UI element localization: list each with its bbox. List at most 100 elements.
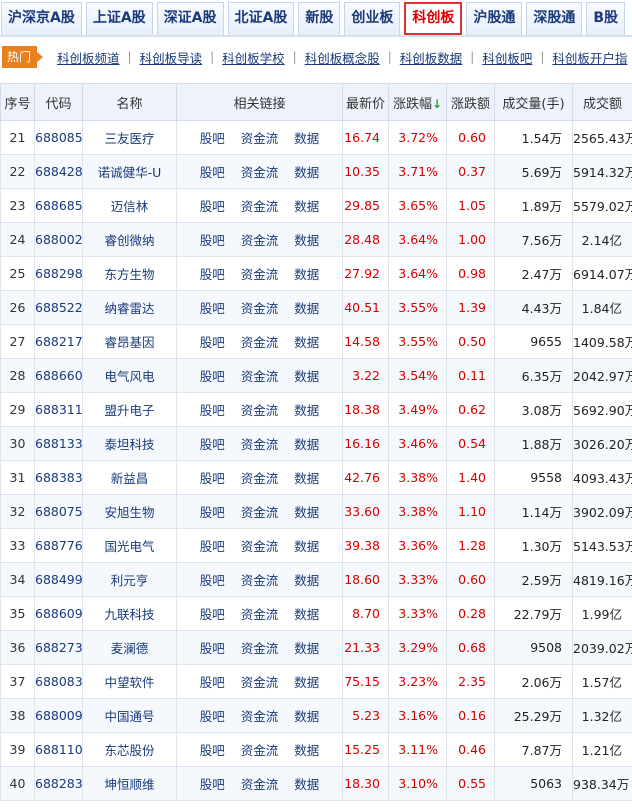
- data-link[interactable]: 数据: [294, 437, 319, 452]
- fund-flow-link[interactable]: 资金流: [241, 607, 279, 622]
- fund-flow-link[interactable]: 资金流: [241, 301, 279, 316]
- data-link[interactable]: 数据: [294, 403, 319, 418]
- header-name[interactable]: 名称: [82, 83, 177, 121]
- fund-flow-link[interactable]: 资金流: [241, 505, 279, 520]
- cell-code[interactable]: 688110: [34, 732, 83, 767]
- cell-code[interactable]: 688009: [34, 698, 83, 733]
- data-link[interactable]: 数据: [294, 335, 319, 350]
- cell-code[interactable]: 688428: [34, 154, 83, 189]
- cell-code[interactable]: 688685: [34, 188, 83, 223]
- guba-link[interactable]: 股吧: [200, 777, 225, 792]
- data-link[interactable]: 数据: [294, 641, 319, 656]
- cell-code[interactable]: 688075: [34, 494, 83, 529]
- cell-code[interactable]: 688083: [34, 664, 83, 699]
- fund-flow-link[interactable]: 资金流: [241, 131, 279, 146]
- data-link[interactable]: 数据: [294, 505, 319, 520]
- cell-name[interactable]: 新益昌: [82, 460, 177, 495]
- cell-code[interactable]: 688499: [34, 562, 83, 597]
- cell-name[interactable]: 睿创微纳: [82, 222, 177, 257]
- fund-flow-link[interactable]: 资金流: [241, 233, 279, 248]
- header-change-amount[interactable]: 涨跌额: [446, 83, 495, 121]
- cell-code[interactable]: 688085: [34, 120, 83, 155]
- hot-link-6[interactable]: 科创板开户指: [552, 48, 627, 67]
- cell-code[interactable]: 688002: [34, 222, 83, 257]
- guba-link[interactable]: 股吧: [200, 573, 225, 588]
- cell-name[interactable]: 中望软件: [82, 664, 177, 699]
- cell-name[interactable]: 三友医疗: [82, 120, 177, 155]
- data-link[interactable]: 数据: [294, 233, 319, 248]
- fund-flow-link[interactable]: 资金流: [241, 709, 279, 724]
- fund-flow-link[interactable]: 资金流: [241, 267, 279, 282]
- tab-5[interactable]: 创业板: [344, 2, 401, 35]
- guba-link[interactable]: 股吧: [200, 369, 225, 384]
- guba-link[interactable]: 股吧: [200, 709, 225, 724]
- header-price[interactable]: 最新价: [342, 83, 389, 121]
- fund-flow-link[interactable]: 资金流: [241, 199, 279, 214]
- fund-flow-link[interactable]: 资金流: [241, 471, 279, 486]
- guba-link[interactable]: 股吧: [200, 505, 225, 520]
- cell-name[interactable]: 东方生物: [82, 256, 177, 291]
- cell-code[interactable]: 688298: [34, 256, 83, 291]
- fund-flow-link[interactable]: 资金流: [241, 777, 279, 792]
- hot-link-3[interactable]: 科创板概念股: [305, 48, 380, 67]
- cell-code[interactable]: 688217: [34, 324, 83, 359]
- data-link[interactable]: 数据: [294, 369, 319, 384]
- data-link[interactable]: 数据: [294, 165, 319, 180]
- data-link[interactable]: 数据: [294, 131, 319, 146]
- data-link[interactable]: 数据: [294, 607, 319, 622]
- data-link[interactable]: 数据: [294, 743, 319, 758]
- cell-name[interactable]: 睿昂基因: [82, 324, 177, 359]
- cell-name[interactable]: 盟升电子: [82, 392, 177, 427]
- tab-2[interactable]: 深证A股: [156, 2, 224, 35]
- guba-link[interactable]: 股吧: [200, 131, 225, 146]
- tab-4[interactable]: 新股: [298, 2, 341, 35]
- cell-name[interactable]: 纳睿雷达: [82, 290, 177, 325]
- fund-flow-link[interactable]: 资金流: [241, 403, 279, 418]
- hot-link-2[interactable]: 科创板学校: [222, 48, 285, 67]
- guba-link[interactable]: 股吧: [200, 267, 225, 282]
- data-link[interactable]: 数据: [294, 709, 319, 724]
- fund-flow-link[interactable]: 资金流: [241, 641, 279, 656]
- guba-link[interactable]: 股吧: [200, 641, 225, 656]
- hot-link-5[interactable]: 科创板吧: [482, 48, 532, 67]
- cell-name[interactable]: 泰坦科技: [82, 426, 177, 461]
- data-link[interactable]: 数据: [294, 199, 319, 214]
- fund-flow-link[interactable]: 资金流: [241, 675, 279, 690]
- cell-name[interactable]: 安旭生物: [82, 494, 177, 529]
- cell-name[interactable]: 麦澜德: [82, 630, 177, 665]
- cell-code[interactable]: 688273: [34, 630, 83, 665]
- cell-name[interactable]: 中国通号: [82, 698, 177, 733]
- cell-name[interactable]: 利元亨: [82, 562, 177, 597]
- data-link[interactable]: 数据: [294, 471, 319, 486]
- guba-link[interactable]: 股吧: [200, 233, 225, 248]
- tab-0[interactable]: 沪深京A股: [1, 2, 82, 35]
- hot-link-0[interactable]: 科创板频道: [57, 48, 120, 67]
- header-turnover[interactable]: 成交额: [572, 83, 632, 121]
- guba-link[interactable]: 股吧: [200, 471, 225, 486]
- guba-link[interactable]: 股吧: [200, 743, 225, 758]
- data-link[interactable]: 数据: [294, 675, 319, 690]
- guba-link[interactable]: 股吧: [200, 301, 225, 316]
- tab-7[interactable]: 沪股通: [466, 2, 523, 35]
- guba-link[interactable]: 股吧: [200, 437, 225, 452]
- cell-code[interactable]: 688383: [34, 460, 83, 495]
- tab-8[interactable]: 深股通: [526, 2, 583, 35]
- fund-flow-link[interactable]: 资金流: [241, 165, 279, 180]
- fund-flow-link[interactable]: 资金流: [241, 369, 279, 384]
- guba-link[interactable]: 股吧: [200, 675, 225, 690]
- fund-flow-link[interactable]: 资金流: [241, 743, 279, 758]
- hot-link-1[interactable]: 科创板导读: [140, 48, 203, 67]
- cell-name[interactable]: 九联科技: [82, 596, 177, 631]
- data-link[interactable]: 数据: [294, 777, 319, 792]
- guba-link[interactable]: 股吧: [200, 335, 225, 350]
- tab-3[interactable]: 北证A股: [227, 2, 295, 35]
- data-link[interactable]: 数据: [294, 539, 319, 554]
- fund-flow-link[interactable]: 资金流: [241, 437, 279, 452]
- data-link[interactable]: 数据: [294, 267, 319, 282]
- cell-code[interactable]: 688776: [34, 528, 83, 563]
- guba-link[interactable]: 股吧: [200, 539, 225, 554]
- cell-code[interactable]: 688609: [34, 596, 83, 631]
- cell-name[interactable]: 东芯股份: [82, 732, 177, 767]
- cell-code[interactable]: 688522: [34, 290, 83, 325]
- header-code[interactable]: 代码: [34, 83, 83, 121]
